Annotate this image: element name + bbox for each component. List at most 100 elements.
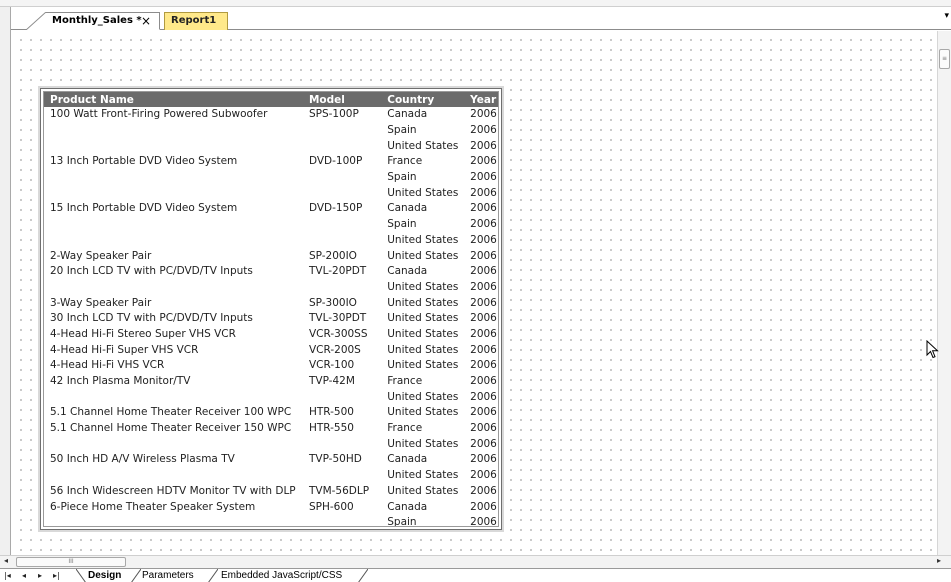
table-row[interactable]: 56 Inch Widescreen HDTV Monitor TV with … [44,484,498,500]
document-tab-bar: Monthly_Sales * × Report1 ▾ [10,7,951,30]
cell-model: SPH-600 [308,500,354,513]
tab-parameters[interactable]: Parameters [142,569,194,582]
cell-model: HTR-500 [308,406,354,419]
table-row[interactable]: 4-Head Hi-Fi Stereo Super VHS VCR VCR-300… [44,327,498,343]
report-table[interactable]: Product Name Model Country Year 100 Watt… [44,92,498,526]
table-row[interactable]: 6-Piece Home Theater Speaker System SPH-6… [44,499,498,515]
cell-country: Canada [387,108,428,121]
table-row[interactable]: 100 Watt Front-Firing Powered Subwoofer S… [44,107,498,123]
tab-monthly-sales[interactable]: Monthly_Sales * × [26,12,160,30]
cell-year: 2006 [470,327,497,340]
cell-product-name [44,468,303,484]
cell-country: United States [387,390,459,403]
cell-model: TVL-30PDT [308,312,367,325]
cell-country: United States [387,312,459,325]
report-table-frame: Product Name Model Country Year 100 Watt… [43,91,499,527]
vertical-scroll-thumb[interactable]: ≡ [939,49,950,69]
cell-model: TVP-50HD [308,453,362,466]
tab-separator [208,569,218,582]
cell-year: 2006 [470,312,497,325]
tab-overflow-icon[interactable]: ▾ [944,11,949,21]
cell-country: Canada [387,265,428,278]
table-row[interactable]: United States 2006 [44,185,498,201]
tab-report1[interactable]: Report1 [164,12,228,30]
table-row[interactable]: Spain 2006 [44,170,498,186]
vertical-scrollbar[interactable]: ≡ [937,31,951,555]
cell-product-name [44,389,303,405]
next-tab-icon[interactable]: ▸ [38,569,42,582]
first-tab-icon[interactable]: |◂ [4,569,11,582]
table-row[interactable]: United States 2006 [44,389,498,405]
cell-product-name: 4-Head Hi-Fi VHS VCR [50,359,165,372]
cell-model [303,170,381,186]
table-row[interactable]: 5.1 Channel Home Theater Receiver 150 WP… [44,421,498,437]
cell-model [303,185,381,201]
table-row[interactable]: United States 2006 [44,280,498,296]
cell-country: United States [387,359,459,372]
cell-model: SP-200IO [308,249,357,262]
cell-model: SPS-100P [308,108,359,121]
cell-product-name [44,170,303,186]
cell-country: United States [387,406,459,419]
last-tab-icon[interactable]: ▸| [53,569,60,582]
column-header-product-name[interactable]: Product Name [44,92,303,107]
column-header-country[interactable]: Country [381,92,467,107]
mouse-cursor-icon [926,340,939,359]
tab-embedded-javascript-css[interactable]: Embedded JavaScript/CSS [221,569,342,582]
table-row[interactable]: Spain 2006 [44,515,498,526]
table-row[interactable]: Spain 2006 [44,217,498,233]
table-row[interactable]: 2-Way Speaker Pair SP-200IO United States 2… [44,248,498,264]
cell-year: 2006 [470,155,497,168]
scroll-right-icon[interactable]: ▸ [937,556,941,565]
horizontal-scroll-thumb[interactable]: III [16,557,126,567]
tab-separator [131,569,141,582]
cell-model [303,468,381,484]
cell-year: 2006 [470,359,497,372]
cell-year: 2006 [470,343,497,356]
tab-design[interactable]: Design [88,569,121,582]
cell-country: United States [387,280,459,293]
cell-country: United States [387,139,459,152]
cell-product-name: 6-Piece Home Theater Speaker System [50,500,256,513]
cell-model [303,138,381,154]
column-header-model[interactable]: Model [302,92,382,107]
cell-year: 2006 [470,280,497,293]
table-row[interactable]: 4-Head Hi-Fi VHS VCR VCR-100 United States… [44,358,498,374]
table-row[interactable]: United States 2006 [44,138,498,154]
cell-country: United States [387,437,459,450]
cell-country: France [387,155,423,168]
top-strip [0,0,951,7]
close-icon[interactable]: × [141,13,151,29]
cell-year: 2006 [470,186,497,199]
table-row[interactable]: 50 Inch HD A/V Wireless Plasma TV TVP-50H… [44,452,498,468]
bottom-tab-bar: |◂ ◂ ▸ ▸| Design Parameters Embedded Jav… [0,568,951,582]
table-row[interactable]: 13 Inch Portable DVD Video System DVD-100… [44,154,498,170]
cell-year: 2006 [470,265,497,278]
table-row[interactable]: Spain 2006 [44,123,498,139]
horizontal-scrollbar[interactable]: ◂ III ▸ [0,555,951,568]
table-row[interactable]: 4-Head Hi-Fi Super VHS VCR VCR-200S United… [44,342,498,358]
cell-product-name [44,233,303,249]
cell-model: SP-300IO [308,296,357,309]
table-row[interactable]: 15 Inch Portable DVD Video System DVD-150… [44,201,498,217]
column-header-year[interactable]: Year [466,92,498,107]
table-row[interactable]: United States 2006 [44,436,498,452]
table-row[interactable]: 42 Inch Plasma Monitor/TV TVP-42M France 20… [44,374,498,390]
scroll-left-icon[interactable]: ◂ [4,556,8,565]
cell-country: Canada [387,453,428,466]
cell-year: 2006 [470,437,497,450]
cell-model [303,389,381,405]
cell-year: 2006 [470,296,497,309]
prev-tab-icon[interactable]: ◂ [22,569,26,582]
report-table-container[interactable]: Product Name Model Country Year 100 Watt… [40,88,502,530]
table-row[interactable]: 5.1 Channel Home Theater Receiver 100 WP… [44,405,498,421]
table-row[interactable]: 3-Way Speaker Pair SP-300IO United States 2… [44,295,498,311]
table-row[interactable]: 30 Inch LCD TV with PC/DVD/TV Inputs TVL-… [44,311,498,327]
table-row[interactable]: United States 2006 [44,468,498,484]
table-row[interactable]: 20 Inch LCD TV with PC/DVD/TV Inputs TVL-… [44,264,498,280]
table-row[interactable]: United States 2006 [44,233,498,249]
cell-year: 2006 [470,484,497,497]
cell-product-name: 100 Watt Front-Firing Powered Subwoofer [50,108,268,121]
cell-country: United States [387,249,459,262]
cell-country: United States [387,186,459,199]
